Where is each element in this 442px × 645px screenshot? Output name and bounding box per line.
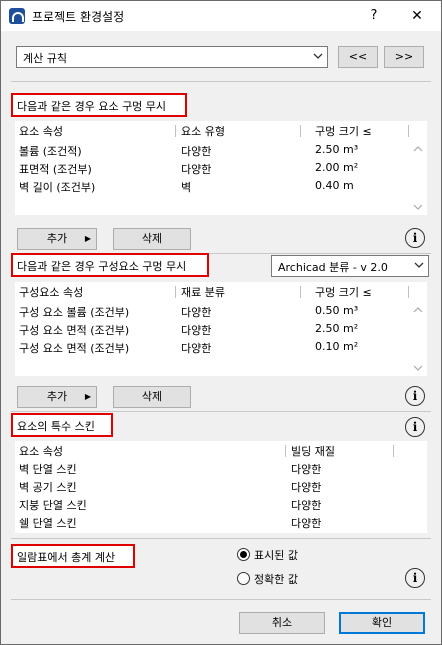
table-row-material[interactable]: 다양한 <box>291 461 321 477</box>
displayed-value-radio[interactable] <box>237 548 250 561</box>
table-row-size[interactable]: 2.50 m³ <box>315 143 358 156</box>
table-row-classification[interactable]: 다양한 <box>181 340 211 356</box>
preferences-dialog: 프로젝트 환경설정 ? ✕ 계산 규칙 << >> 다음과 같은 경우 요소 구… <box>0 0 442 645</box>
previous-page-button[interactable]: << <box>338 46 378 68</box>
column-divider <box>300 286 301 298</box>
column-header-building-material[interactable]: 빌딩 재질 <box>291 443 335 459</box>
window-title: 프로젝트 환경설정 <box>32 10 125 24</box>
ok-button[interactable]: 확인 <box>339 612 425 634</box>
delete-element-hole-rule-button[interactable]: 삭제 <box>113 228 191 250</box>
close-button[interactable]: ✕ <box>405 5 429 27</box>
delete-component-hole-rule-button[interactable]: 삭제 <box>113 386 191 408</box>
exact-value-radio[interactable] <box>237 572 250 585</box>
info-icon[interactable]: i <box>405 568 425 588</box>
table-row-property[interactable]: 벽 공기 스킨 <box>19 479 77 495</box>
table-row-size[interactable]: 0.50 m³ <box>315 304 358 317</box>
scroll-down-icon[interactable] <box>413 203 423 211</box>
column-divider <box>408 125 409 137</box>
table-row-property[interactable]: 구성 요소 면적 (조건부) <box>19 340 129 356</box>
section-ignore-component-holes-title: 다음과 같은 경우 구성요소 구멍 무시 <box>11 253 209 277</box>
column-header-hole-size[interactable]: 구멍 크기 ≤ <box>315 123 372 139</box>
table-row-size[interactable]: 0.10 m² <box>315 340 358 353</box>
component-holes-table: 구성요소 속성 재료 분류 구멍 크기 ≤ 구성 요소 볼륨 (조건부) 다양한… <box>15 282 427 376</box>
archicad-app-icon <box>9 8 25 24</box>
column-divider <box>175 286 176 298</box>
table-row-property[interactable]: 쉘 단열 스킨 <box>19 515 77 531</box>
table-row-property[interactable]: 벽 길이 (조건부) <box>19 179 95 195</box>
classification-value: Archicad 분류 - v 2.0 <box>278 261 388 274</box>
table-row-property[interactable]: 볼륨 (조건적) <box>19 143 82 159</box>
column-divider <box>408 286 409 298</box>
preferences-page-select[interactable]: 계산 규칙 <box>16 46 328 68</box>
add-component-hole-rule-button[interactable]: 추가 ▶ <box>17 386 97 408</box>
table-row-size[interactable]: 0.40 m <box>315 179 354 192</box>
table-row-size[interactable]: 2.50 m² <box>315 322 358 335</box>
column-header-hole-size[interactable]: 구멍 크기 ≤ <box>315 284 372 300</box>
add-button-label: 추가 <box>46 232 68 245</box>
element-holes-table: 요소 속성 요소 유형 구멍 크기 ≤ 볼륨 (조건적) 다양한 2.50 m³… <box>15 121 427 215</box>
table-row-property[interactable]: 지붕 단열 스킨 <box>19 497 87 513</box>
chevron-down-icon <box>414 262 424 268</box>
table-row-type[interactable]: 다양한 <box>181 143 211 159</box>
column-header-element-property[interactable]: 요소 속성 <box>19 123 63 139</box>
section-schedule-totals-title: 일람표에서 총계 계산 <box>11 544 135 568</box>
exact-value-label[interactable]: 정확한 값 <box>254 571 298 587</box>
add-element-hole-rule-button[interactable]: 추가 ▶ <box>17 228 97 250</box>
displayed-value-label[interactable]: 표시된 값 <box>254 547 298 563</box>
info-icon[interactable]: i <box>405 228 425 248</box>
scroll-up-icon[interactable] <box>413 306 423 314</box>
preferences-page-value: 계산 규칙 <box>23 52 67 65</box>
title-bar: 프로젝트 환경설정 ? ✕ <box>1 1 441 31</box>
table-row-size[interactable]: 2.00 m² <box>315 161 358 174</box>
info-icon[interactable]: i <box>405 417 425 437</box>
column-divider <box>300 125 301 137</box>
section-special-skins-title: 요소의 특수 스킨 <box>11 413 113 437</box>
table-row-material[interactable]: 다양한 <box>291 515 321 531</box>
separator <box>11 538 431 539</box>
column-header-component-property[interactable]: 구성요소 속성 <box>19 284 83 300</box>
chevron-down-icon <box>313 53 323 59</box>
column-header-element-property[interactable]: 요소 속성 <box>19 443 63 459</box>
special-skins-table: 요소 속성 빌딩 재질 벽 단열 스킨 다양한 벽 공기 스킨 다양한 지붕 단… <box>15 441 427 533</box>
table-row-type[interactable]: 벽 <box>181 179 191 195</box>
table-row-property[interactable]: 벽 단열 스킨 <box>19 461 77 477</box>
classification-select[interactable]: Archicad 분류 - v 2.0 <box>271 255 429 277</box>
help-button[interactable]: ? <box>362 5 386 27</box>
triangle-right-icon: ▶ <box>84 234 91 243</box>
table-row-material[interactable]: 다양한 <box>291 479 321 495</box>
separator <box>11 599 431 600</box>
column-header-element-type[interactable]: 요소 유형 <box>181 123 225 139</box>
add-button-label: 추가 <box>46 390 68 403</box>
scroll-down-icon[interactable] <box>413 364 423 372</box>
table-row-type[interactable]: 다양한 <box>181 161 211 177</box>
table-row-material[interactable]: 다양한 <box>291 497 321 513</box>
scroll-up-icon[interactable] <box>413 145 423 153</box>
table-row-classification[interactable]: 다양한 <box>181 304 211 320</box>
separator <box>11 411 431 412</box>
column-divider <box>285 445 286 457</box>
table-row-property[interactable]: 구성 요소 면적 (조건부) <box>19 322 129 338</box>
info-icon[interactable]: i <box>405 386 425 406</box>
column-divider <box>393 445 394 457</box>
next-page-button[interactable]: >> <box>384 46 424 68</box>
triangle-right-icon: ▶ <box>84 392 91 401</box>
table-row-classification[interactable]: 다양한 <box>181 322 211 338</box>
column-divider <box>175 125 176 137</box>
table-row-property[interactable]: 표면적 (조건부) <box>19 161 92 177</box>
table-row-property[interactable]: 구성 요소 볼륨 (조건부) <box>19 304 129 320</box>
column-header-material-classification[interactable]: 재료 분류 <box>181 284 225 300</box>
separator <box>11 81 431 82</box>
section-ignore-element-holes-title: 다음과 같은 경우 요소 구멍 무시 <box>11 93 187 117</box>
cancel-button[interactable]: 취소 <box>239 612 325 634</box>
